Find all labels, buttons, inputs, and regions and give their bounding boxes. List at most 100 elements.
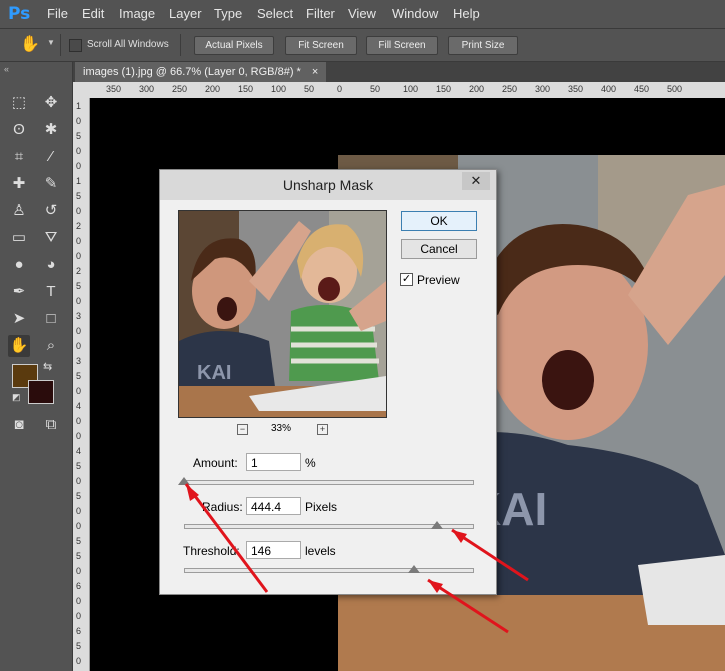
ruler-tick-label: 0	[76, 476, 82, 486]
ruler-tick-label: 200	[205, 84, 221, 94]
fit-screen-button[interactable]: Fit Screen	[285, 36, 357, 55]
menu-edit[interactable]: Edit	[82, 6, 104, 21]
ruler-tick-label: 300	[535, 84, 551, 94]
ruler-tick-label: 3	[76, 311, 82, 321]
ruler-tick-label: 0	[76, 296, 82, 306]
threshold-slider-track[interactable]	[184, 568, 474, 573]
divider	[180, 34, 181, 56]
hand-tool-icon[interactable]: ✋	[20, 34, 40, 54]
menu-window[interactable]: Window	[392, 6, 438, 21]
ruler-tick-label: 5	[76, 491, 82, 501]
brush-tool-icon[interactable]: ✎	[40, 173, 62, 195]
close-tab-icon[interactable]: ×	[312, 66, 318, 78]
ruler-tick-label: 2	[76, 221, 82, 231]
ruler-tick-label: 500	[667, 84, 683, 94]
divider	[60, 34, 61, 56]
menu-image[interactable]: Image	[119, 6, 155, 21]
document-tab[interactable]: images (1).jpg @ 66.7% (Layer 0, RGB/8#)…	[75, 62, 327, 82]
collapse-panel-icon[interactable]: «	[4, 64, 9, 74]
menu-view[interactable]: View	[348, 6, 376, 21]
ruler-tick-label: 0	[76, 431, 82, 441]
actual-pixels-button[interactable]: Actual Pixels	[194, 36, 274, 55]
path-selection-tool-icon[interactable]: ➤	[8, 308, 30, 330]
scroll-all-windows-checkbox[interactable]	[69, 39, 82, 52]
close-icon[interactable]: ✕	[462, 172, 490, 190]
amount-label: Amount:	[193, 456, 238, 470]
history-brush-tool-icon[interactable]: ↺	[40, 200, 62, 222]
healing-brush-tool-icon[interactable]: ✚	[8, 173, 30, 195]
paint-bucket-tool-icon[interactable]: ⛛	[40, 227, 62, 249]
tool-preset-dropdown-icon[interactable]: ▼	[47, 38, 55, 47]
menu-layer[interactable]: Layer	[169, 6, 202, 21]
ruler-tick-label: 400	[601, 84, 617, 94]
zoom-in-button[interactable]: +	[317, 424, 328, 435]
vertical-ruler: 10500150200250300350400450500550600650	[73, 98, 90, 671]
quick-mask-icon[interactable]: ◙	[8, 414, 30, 436]
eyedropper-tool-icon[interactable]: ⁄	[40, 146, 62, 168]
menu-select[interactable]: Select	[257, 6, 293, 21]
preview-image: KAI	[179, 211, 386, 417]
default-colors-icon[interactable]: ◩	[12, 392, 21, 403]
threshold-field[interactable]: 146	[246, 541, 301, 559]
lasso-tool-icon[interactable]: ʘ	[8, 119, 30, 141]
print-size-button[interactable]: Print Size	[448, 36, 518, 55]
blur-tool-icon[interactable]: ●	[8, 254, 30, 276]
ruler-tick-label: 0	[76, 656, 82, 666]
menu-type[interactable]: Type	[214, 6, 242, 21]
menu-filter[interactable]: Filter	[306, 6, 335, 21]
preview-label: Preview	[417, 273, 460, 287]
pen-tool-icon[interactable]: ✒	[8, 281, 30, 303]
radius-field[interactable]: 444.4	[246, 497, 301, 515]
ruler-tick-label: 150	[238, 84, 254, 94]
zoom-tool-icon[interactable]: ⌕	[40, 335, 62, 357]
ruler-tick-label: 350	[568, 84, 584, 94]
threshold-slider-thumb[interactable]	[408, 565, 421, 573]
cancel-button[interactable]: Cancel	[401, 239, 477, 259]
preview-checkbox[interactable]: ✓	[400, 273, 413, 286]
ruler-tick-label: 0	[76, 566, 82, 576]
ruler-tick-label: 0	[76, 416, 82, 426]
ruler-tick-label: 0	[76, 506, 82, 516]
crop-tool-icon[interactable]: ⌗	[8, 146, 30, 168]
ruler-tick-label: 0	[76, 521, 82, 531]
ruler-tick-label: 0	[76, 206, 82, 216]
eraser-tool-icon[interactable]: ▭	[8, 227, 30, 249]
rectangle-tool-icon[interactable]: □	[40, 308, 62, 330]
radius-slider-thumb[interactable]	[431, 521, 444, 529]
move-tool-icon[interactable]: ✥	[40, 92, 62, 114]
ruler-tick-label: 5	[76, 536, 82, 546]
radius-label: Radius:	[202, 500, 243, 514]
toolbox: « ⬚ ✥ ʘ ✱ ⌗ ⁄ ✚ ✎ ♙ ↺ ▭ ⛛ ● ◕ ✒ T ➤ □ ✋ …	[0, 62, 73, 671]
amount-slider-thumb[interactable]	[178, 477, 190, 485]
menu-help[interactable]: Help	[453, 6, 480, 21]
ruler-tick-label: 1	[76, 101, 82, 111]
horizontal-ruler: 350 300 250 200 150 100 50 0 50 100 150 200 250 300 35…	[90, 82, 725, 99]
screen-mode-icon[interactable]: ⧉	[40, 414, 62, 436]
ok-button[interactable]: OK	[401, 211, 477, 231]
fill-screen-button[interactable]: Fill Screen	[366, 36, 438, 55]
hand-tool-icon[interactable]: ✋	[8, 335, 30, 357]
type-tool-icon[interactable]: T	[40, 281, 62, 303]
dodge-tool-icon[interactable]: ◕	[40, 254, 62, 276]
options-bar: ✋ ▼ Scroll All Windows Actual Pixels Fit…	[0, 29, 725, 62]
menu-file[interactable]: File	[47, 6, 68, 21]
clone-stamp-tool-icon[interactable]: ♙	[8, 200, 30, 222]
swap-colors-icon[interactable]: ⇆	[43, 360, 52, 373]
ruler-tick-label: 0	[337, 84, 343, 94]
ruler-tick-label: 6	[76, 626, 82, 636]
background-color-swatch[interactable]	[28, 380, 54, 404]
zoom-out-button[interactable]: −	[237, 424, 248, 435]
amount-slider-track[interactable]	[184, 480, 474, 485]
ruler-tick-label: 450	[634, 84, 650, 94]
ruler-tick-label: 5	[76, 641, 82, 651]
ruler-tick-label: 5	[76, 281, 82, 291]
ruler-tick-label: 200	[469, 84, 485, 94]
marquee-tool-icon[interactable]: ⬚	[8, 92, 30, 114]
amount-unit: %	[305, 456, 316, 470]
filter-preview[interactable]: KAI	[178, 210, 387, 418]
amount-field[interactable]: 1	[246, 453, 301, 471]
ruler-tick-label: 50	[304, 84, 315, 94]
ruler-tick-label: 4	[76, 401, 82, 411]
magic-wand-tool-icon[interactable]: ✱	[40, 119, 62, 141]
ruler-tick-label: 250	[172, 84, 188, 94]
